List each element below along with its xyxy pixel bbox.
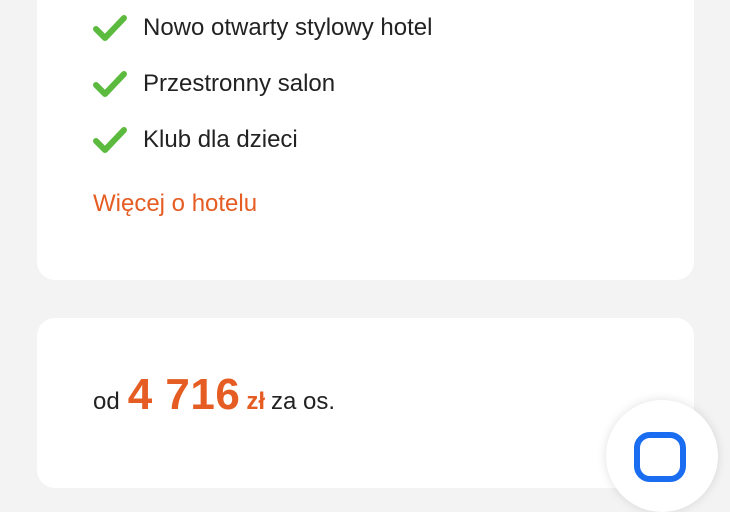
price-amount: 4 716	[127, 370, 241, 419]
feature-item: Klub dla dzieci	[93, 112, 432, 168]
feature-item: Przestronny salon	[93, 56, 432, 112]
price-card: od 4 716 zł za os.	[37, 318, 694, 488]
chat-icon	[634, 432, 686, 482]
chat-button[interactable]	[606, 400, 718, 512]
check-icon	[93, 14, 127, 42]
feature-label: Nowo otwarty stylowy hotel	[143, 14, 433, 41]
feature-label: Klub dla dzieci	[143, 126, 298, 153]
check-icon	[93, 126, 127, 154]
price-currency: zł	[246, 388, 265, 415]
feature-item: Nowo otwarty stylowy hotel	[93, 0, 432, 56]
price-suffix: za os.	[270, 388, 336, 415]
price-prefix: od	[93, 388, 120, 415]
check-icon	[93, 70, 127, 98]
hotel-features-card: Nowo otwarty stylowy hotel Przestronny s…	[37, 0, 694, 280]
feature-label: Przestronny salon	[143, 70, 336, 97]
price-row: od 4 716 zł za os.	[93, 370, 335, 420]
feature-list: Nowo otwarty stylowy hotel Przestronny s…	[93, 0, 432, 168]
more-about-hotel-link[interactable]: Więcej o hotelu	[93, 190, 257, 218]
